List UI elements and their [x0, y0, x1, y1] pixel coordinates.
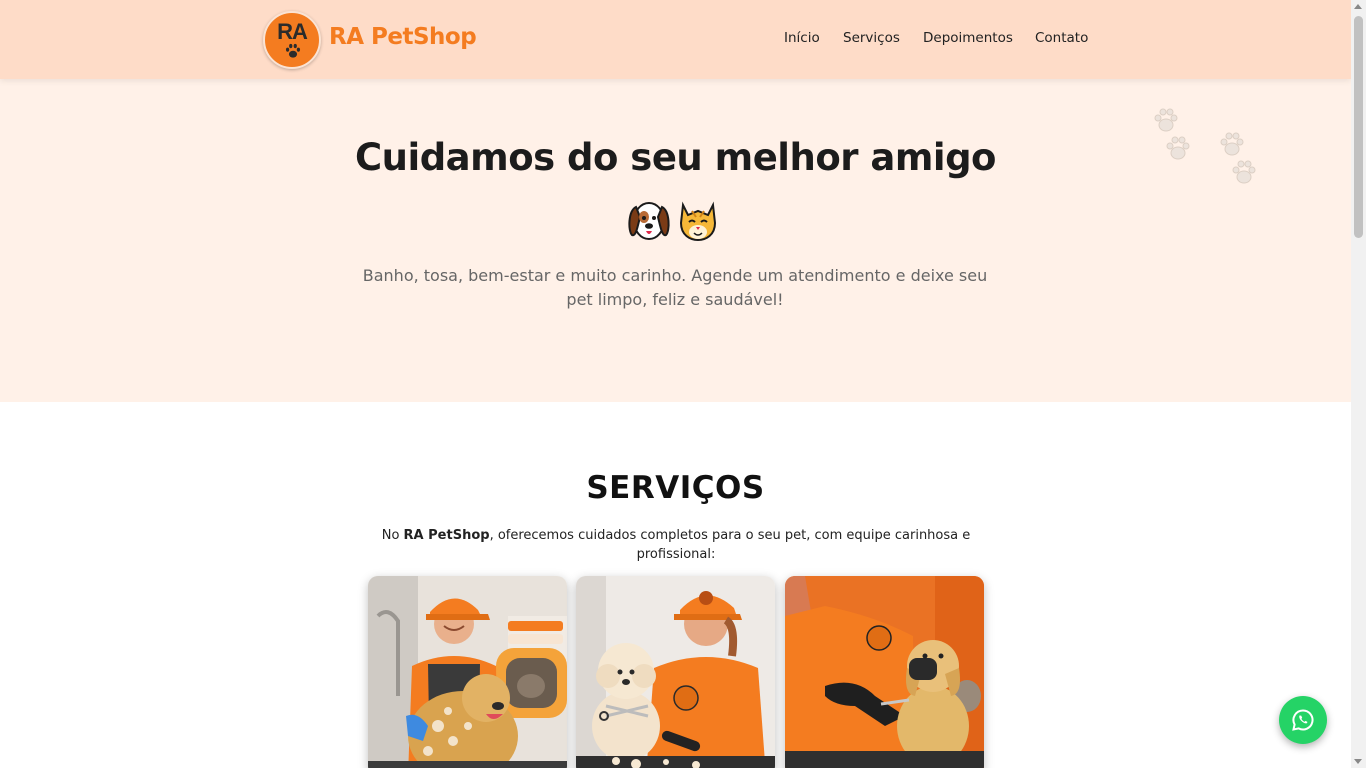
whatsapp-icon: [1292, 709, 1314, 731]
brand-name[interactable]: RA PetShop: [329, 24, 477, 50]
hero-subtitle: Banho, tosa, bem-estar e muito carinho. …: [362, 266, 988, 309]
page: RA RA PetShop Início Serviços Depoimento…: [0, 0, 1351, 768]
cat-face-icon: [679, 201, 717, 242]
scroll-down-arrow-icon[interactable]: [1354, 759, 1362, 764]
service-card-grooming[interactable]: [576, 576, 775, 768]
service-photo-nails: [785, 576, 984, 768]
site-header: RA RA PetShop Início Serviços Depoimento…: [0, 0, 1351, 79]
logo-badge[interactable]: RA: [263, 11, 321, 69]
nav-link-servicos[interactable]: Serviços: [843, 30, 900, 46]
service-card-bath[interactable]: [368, 576, 567, 768]
services-title: SERVIÇOS: [586, 470, 765, 506]
services-desc-suffix: , oferecemos cuidados completos para o s…: [489, 528, 971, 562]
dog-face-icon: [628, 202, 670, 240]
service-card-nails[interactable]: [785, 576, 984, 768]
scroll-up-arrow-icon[interactable]: [1354, 4, 1362, 9]
nav-link-contato[interactable]: Contato: [1035, 30, 1088, 46]
paw-icon: [285, 43, 301, 58]
service-photo-bath: [368, 576, 567, 768]
services-description: No RA PetShop, oferecemos cuidados compl…: [380, 526, 972, 564]
scrollbar-thumb[interactable]: [1354, 16, 1363, 238]
paw-prints-decoration-icon: [1154, 108, 1256, 184]
services-desc-brand: RA PetShop: [403, 528, 490, 543]
hero-section: Cuidamos do seu melhor amigo Banho, tosa…: [0, 79, 1351, 402]
services-desc-prefix: No: [381, 528, 404, 543]
nav-link-inicio[interactable]: Início: [784, 30, 820, 46]
whatsapp-button[interactable]: [1279, 696, 1327, 744]
nav-link-depoimentos[interactable]: Depoimentos: [923, 30, 1013, 46]
page-scrollbar[interactable]: [1351, 0, 1366, 768]
service-photo-grooming: [576, 576, 775, 768]
pet-emojis: [628, 201, 717, 242]
